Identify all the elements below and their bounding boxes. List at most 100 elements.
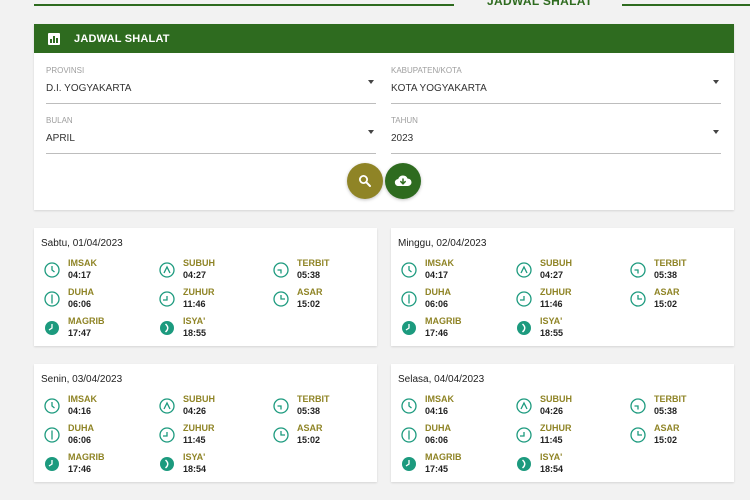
prayer-name: SUBUH <box>540 394 573 404</box>
prayer-time: 04:27 <box>183 270 207 280</box>
year-select[interactable]: TAHUN 2023 <box>391 116 721 154</box>
download-button[interactable] <box>385 163 421 199</box>
prayer-time-item: TERBIT 05:38 <box>625 257 735 283</box>
city-select[interactable]: KABUPATEN/KOTA KOTA YOGYAKARTA <box>391 66 721 104</box>
prayer-time-item: MAGRIB 17:46 <box>396 315 506 341</box>
prayer-name: MAGRIB <box>68 452 105 462</box>
prayer-time: 06:06 <box>68 435 92 445</box>
prayer-time: 05:38 <box>297 270 321 280</box>
prayer-time-item: SUBUH 04:27 <box>154 257 264 283</box>
prayer-name: IMSAK <box>425 394 454 404</box>
prayer-time-item: ZUHUR 11:45 <box>154 422 264 448</box>
caret-down-icon <box>713 130 719 134</box>
prayer-name: MAGRIB <box>68 316 105 326</box>
prayer-time-item: ASAR 15:02 <box>625 422 735 448</box>
clock-icon <box>44 427 60 443</box>
prayer-name: SUBUH <box>540 258 573 268</box>
prayer-time-item: TERBIT 05:38 <box>268 393 378 419</box>
sunrise-icon <box>273 262 289 278</box>
prayer-time: 18:55 <box>183 328 207 338</box>
search-icon <box>359 175 371 187</box>
sunrise-icon <box>630 262 646 278</box>
prayer-time: 06:06 <box>68 299 92 309</box>
prayer-name: DUHA <box>68 287 94 297</box>
filter-panel: JADWAL SHALAT PROVINSI D.I. YOGYAKARTA K… <box>34 24 734 210</box>
prayer-time: 11:45 <box>540 435 563 445</box>
prayer-time-item: ZUHUR 11:46 <box>154 286 264 312</box>
prayer-time-item: ISYA' 18:54 <box>154 451 264 477</box>
month-value: APRIL <box>46 133 75 144</box>
page-heading: JADWAL SHALAT <box>0 0 750 14</box>
clock-icon <box>44 291 60 307</box>
prayer-name: TERBIT <box>297 394 330 404</box>
prayer-name: DUHA <box>425 287 451 297</box>
prayer-time: 18:54 <box>183 464 207 474</box>
prayer-time-item: SUBUH 04:27 <box>511 257 621 283</box>
caret-down-icon <box>368 130 374 134</box>
prayer-time: 04:16 <box>68 406 92 416</box>
day-card: Minggu, 02/04/2023 IMSAK 04:17 SUBUH 04:27 TE… <box>391 228 734 346</box>
prayer-name: TERBIT <box>654 394 687 404</box>
prayer-time: 04:27 <box>540 270 564 280</box>
clock-icon <box>159 291 175 307</box>
prayer-name: ZUHUR <box>540 287 572 297</box>
panel-title: JADWAL SHALAT <box>74 32 170 45</box>
province-value: D.I. YOGYAKARTA <box>46 83 132 94</box>
prayer-name: ASAR <box>297 287 323 297</box>
dawn-icon <box>159 262 175 278</box>
prayer-time: 18:54 <box>540 464 564 474</box>
prayer-time-item: IMSAK 04:16 <box>396 393 506 419</box>
prayer-time-item: ISYA' 18:55 <box>511 315 621 341</box>
prayer-time-item: MAGRIB 17:46 <box>39 451 149 477</box>
prayer-name: SUBUH <box>183 394 216 404</box>
month-select[interactable]: BULAN APRIL <box>46 116 376 154</box>
city-label: KABUPATEN/KOTA <box>391 66 462 75</box>
prayer-name: MAGRIB <box>425 316 462 326</box>
prayer-time: 04:16 <box>425 406 449 416</box>
sunset-icon <box>402 321 416 335</box>
prayer-time-item: DUHA 06:06 <box>396 286 506 312</box>
day-card: Selasa, 04/04/2023 IMSAK 04:16 SUBUH 04:26 TE… <box>391 364 734 482</box>
moon-icon <box>517 457 531 471</box>
day-date: Selasa, 04/04/2023 <box>398 374 485 385</box>
clock-icon <box>516 427 532 443</box>
province-label: PROVINSI <box>46 66 85 75</box>
prayer-name: MAGRIB <box>425 452 462 462</box>
prayer-name: TERBIT <box>654 258 687 268</box>
prayer-name: ISYA' <box>540 316 563 326</box>
prayer-name: ISYA' <box>540 452 563 462</box>
dawn-icon <box>516 262 532 278</box>
prayer-time-item: ASAR 15:02 <box>625 286 735 312</box>
prayer-name: IMSAK <box>425 258 454 268</box>
clock-icon <box>273 427 289 443</box>
prayer-time-item: ASAR 15:02 <box>268 286 378 312</box>
clock-icon <box>44 398 60 414</box>
clock-icon <box>630 427 646 443</box>
prayer-time: 11:46 <box>183 299 206 309</box>
prayer-name: ISYA' <box>183 452 206 462</box>
moon-icon <box>517 321 531 335</box>
day-card: Sabtu, 01/04/2023 IMSAK 04:17 SUBUH 04:27 TER… <box>34 228 377 346</box>
prayer-time: 06:06 <box>425 435 449 445</box>
prayer-name: SUBUH <box>183 258 216 268</box>
prayer-name: ZUHUR <box>183 287 215 297</box>
prayer-name: ASAR <box>654 423 680 433</box>
prayer-name: ISYA' <box>183 316 206 326</box>
prayer-time-item: MAGRIB 17:45 <box>396 451 506 477</box>
prayer-time-item: IMSAK 04:17 <box>396 257 506 283</box>
moon-icon <box>160 321 174 335</box>
heading-divider-left <box>34 4 454 6</box>
search-button[interactable] <box>347 163 383 199</box>
prayer-time-item: MAGRIB 17:47 <box>39 315 149 341</box>
sunset-icon <box>402 457 416 471</box>
prayer-time-item: IMSAK 04:17 <box>39 257 149 283</box>
year-label: TAHUN <box>391 116 418 125</box>
page-title: JADWAL SHALAT <box>487 0 593 8</box>
province-select[interactable]: PROVINSI D.I. YOGYAKARTA <box>46 66 376 104</box>
panel-header: JADWAL SHALAT <box>34 24 734 53</box>
clock-icon <box>401 291 417 307</box>
dawn-icon <box>159 398 175 414</box>
prayer-time-item: ISYA' 18:54 <box>511 451 621 477</box>
clock-icon <box>401 262 417 278</box>
prayer-time: 04:17 <box>68 270 92 280</box>
